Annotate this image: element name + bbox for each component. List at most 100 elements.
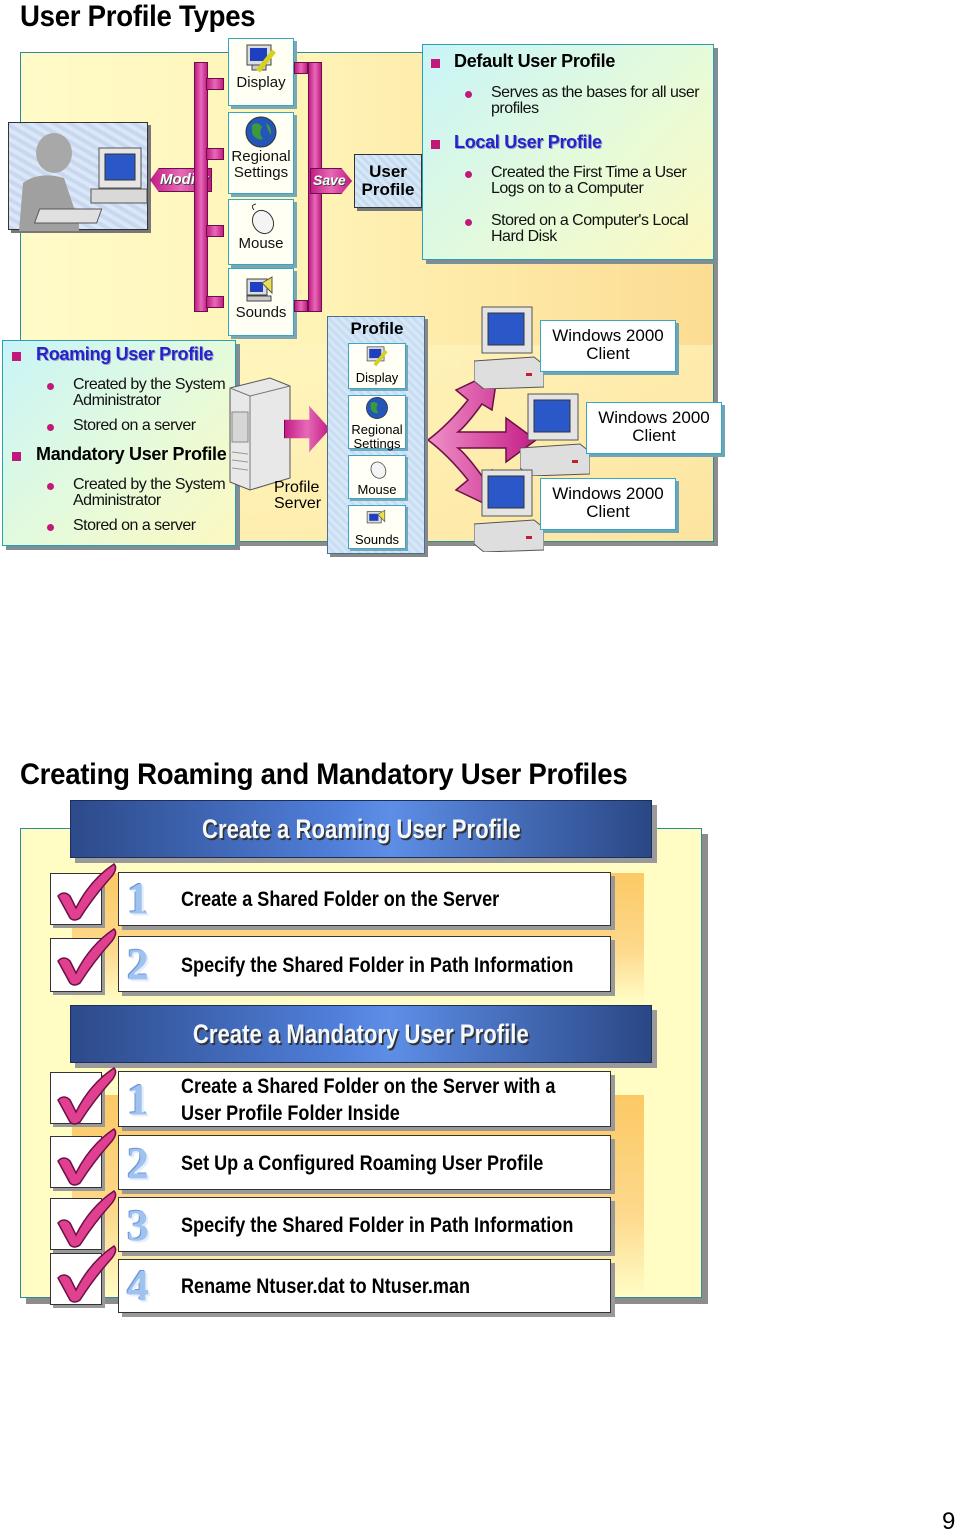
dot-bullet-icon [47,524,54,531]
client-label-text: Windows 2000 Client [598,408,710,445]
step-text: Create a Shared Folder on the Server wit… [181,1075,556,1098]
user-profile-box: User Profile [354,154,422,208]
profile-item-label: Sounds [354,532,400,547]
checkmark-icon [57,928,117,986]
heading-mandatory-user-profile: Mandatory User Profile [36,444,227,464]
profile-item-label: Display [355,370,399,385]
heading-roaming-user-profile: Roaming User Profile [36,344,214,364]
save-bus-branch [294,62,308,74]
left-info-box: Roaming User Profile Created by the Syst… [2,340,236,546]
checkmark-icon [57,1067,117,1125]
bullet-text: Stored on a server [73,517,196,534]
step-mandatory-3: 3 Specify the Shared Folder in Path Info… [118,1197,611,1252]
step-text: Specify the Shared Folder in Path Inform… [181,1214,574,1237]
dot-bullet-icon [47,383,54,390]
save-label: Save [313,172,346,188]
heading-local-user-profile: Local User Profile [454,132,602,152]
step-mandatory-1: 1 Create a Shared Folder on the Server w… [118,1071,611,1127]
bullet-text: Serves as the bases for all user profile… [491,84,700,117]
client-computer-icon [474,306,544,389]
checkmark-icon [57,1245,117,1303]
step-number: 1 [127,874,149,923]
settings-tile-sounds: Sounds [228,268,294,336]
server-icon [229,377,291,491]
client-label-3: Windows 2000 Client [540,478,676,530]
checkmark-icon [57,1128,117,1186]
user-at-computer-illustration [8,122,148,231]
client-computer-icon [520,393,590,476]
slide-title-creating-profiles: Creating Roaming and Mandatory User Prof… [20,758,628,791]
settings-tile-label: Display [236,74,286,91]
bus-branch [206,78,224,90]
settings-tile-regional: Regional Settings [228,112,294,194]
checkmark-icon [57,863,117,921]
user-computer-icon [19,133,148,231]
dot-bullet-icon [47,483,54,490]
bullet-text: Created by the System Administrator [73,376,226,409]
profile-item-label: Regional Settings [351,422,403,451]
sounds-icon [246,276,273,302]
banner-text: Create a Mandatory User Profile [193,1019,529,1049]
bus-branch [206,225,224,237]
bullet-text: Created by the System Administrator [73,476,226,509]
dot-bullet-icon [465,219,472,226]
mouse-icon [251,203,275,235]
settings-tile-mouse: Mouse [228,199,294,265]
profile-item-label: Mouse [357,482,397,497]
settings-tile-display: Display [228,38,294,106]
profile-item-mouse: Mouse [348,455,406,499]
step-roaming-2: 2 Specify the Shared Folder in Path Info… [118,936,611,992]
bullet-text: Stored on a server [73,417,196,434]
client-label-text: Windows 2000 Client [552,326,664,363]
dot-bullet-icon [465,91,472,98]
step-text: Set Up a Configured Roaming User Profile [181,1152,544,1175]
step-text: Rename Ntuser.dat to Ntuser.man [181,1275,471,1298]
step-number: 2 [127,1139,149,1188]
save-bus-branch [294,300,308,312]
step-roaming-1: 1 Create a Shared Folder on the Server [118,872,611,926]
square-bullet-icon [12,452,21,461]
profile-item-display: Display [348,343,406,389]
banner-create-mandatory-profile: Create a Mandatory User Profile [70,1005,652,1063]
banner-text: Create a Roaming User Profile [201,814,521,844]
step-text: Specify the Shared Folder in Path Inform… [181,954,574,977]
globe-icon [245,116,277,148]
settings-tile-label: Sounds [235,304,287,321]
step-text: Create a Shared Folder on the Server [181,888,500,911]
display-icon [246,44,276,73]
square-bullet-icon [431,59,440,68]
client-label-1: Windows 2000 Client [540,320,676,372]
step-number: 3 [127,1201,149,1250]
profile-item-sounds: Sounds [348,505,406,549]
profile-column-title: Profile [350,319,404,338]
square-bullet-icon [431,140,440,149]
bullet-text: Stored on a Computer's Local Hard Disk [491,212,689,245]
square-bullet-icon [12,352,21,361]
settings-tile-label: Mouse [238,235,284,252]
step-number: 2 [127,940,149,989]
heading-default-user-profile: Default User Profile [454,51,616,71]
top-info-box: Default User Profile Serves as the bases… [422,44,714,260]
dot-bullet-icon [47,424,54,431]
sounds-icon [366,509,386,524]
step-number: 4 [127,1261,149,1310]
bullet-text: Created the First Time a User Logs on to… [491,164,687,197]
client-label-2: Windows 2000 Client [586,402,722,454]
globe-icon [366,397,388,419]
client-label-text: Windows 2000 Client [552,484,664,521]
display-icon [366,346,388,367]
mouse-icon [370,461,387,479]
profile-server-label: Profile Server [274,479,322,512]
modify-bus-left [194,62,208,312]
client-computer-icon [474,469,544,552]
slide-title-user-profile-types: User Profile Types [20,0,256,33]
step-text-line2: User Profile Folder Inside [181,1102,400,1125]
step-number: 1 [127,1075,149,1124]
dot-bullet-icon [465,171,472,178]
profile-column: Profile Display Regional Settings Mouse … [327,316,425,554]
bus-branch [206,148,224,160]
step-mandatory-4: 4 Rename Ntuser.dat to Ntuser.man [118,1259,611,1313]
step-mandatory-2: 2 Set Up a Configured Roaming User Profi… [118,1135,611,1190]
settings-tile-label: Regional Settings [231,148,291,181]
bus-branch [206,296,224,308]
